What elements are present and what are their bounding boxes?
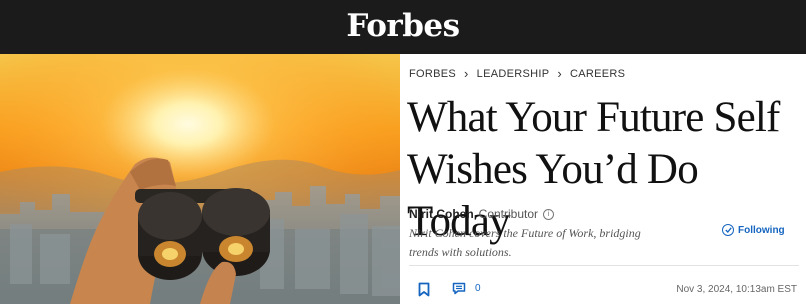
comment-count: 0 <box>475 283 481 294</box>
comment-icon <box>452 282 466 295</box>
bookmark-icon <box>418 282 430 297</box>
following-button[interactable]: Following <box>722 224 785 236</box>
article-header: FORBES › LEADERSHIP › CAREERS What Your … <box>400 54 806 304</box>
headline-line-1: What Your Future Self <box>407 94 780 141</box>
binoculars-sunset-illustration <box>0 54 400 304</box>
breadcrumb-careers[interactable]: CAREERS <box>570 68 625 80</box>
top-bar: Forbes <box>0 0 806 54</box>
info-icon[interactable]: i <box>543 208 555 220</box>
author-bio-line-1: Nirit Cohen covers the Future of Work, b… <box>409 226 641 240</box>
breadcrumb-separator: › <box>557 66 563 81</box>
author-bio-line-2: trends with solutions. <box>409 245 512 259</box>
comments-button[interactable]: 0 <box>452 282 481 295</box>
author-role: Contributor <box>478 207 539 221</box>
author-name[interactable]: Nirit Cohen <box>409 207 474 221</box>
hero-image <box>0 54 400 304</box>
publish-date: Nov 3, 2024, 10:13am EST <box>676 284 797 295</box>
author-row: Nirit Cohen Contributor i <box>409 207 555 221</box>
following-label: Following <box>738 224 785 236</box>
breadcrumb-leadership[interactable]: LEADERSHIP <box>477 68 550 80</box>
breadcrumb-separator: › <box>464 66 469 81</box>
forbes-logo[interactable]: Forbes <box>346 8 460 44</box>
breadcrumb-forbes[interactable]: FORBES <box>409 68 456 80</box>
divider <box>409 265 799 266</box>
bookmark-button[interactable] <box>418 282 430 302</box>
author-bio: Nirit Cohen covers the Future of Work, b… <box>409 224 689 262</box>
breadcrumb: FORBES › LEADERSHIP › CAREERS <box>409 67 625 80</box>
check-circle-icon <box>722 224 734 236</box>
